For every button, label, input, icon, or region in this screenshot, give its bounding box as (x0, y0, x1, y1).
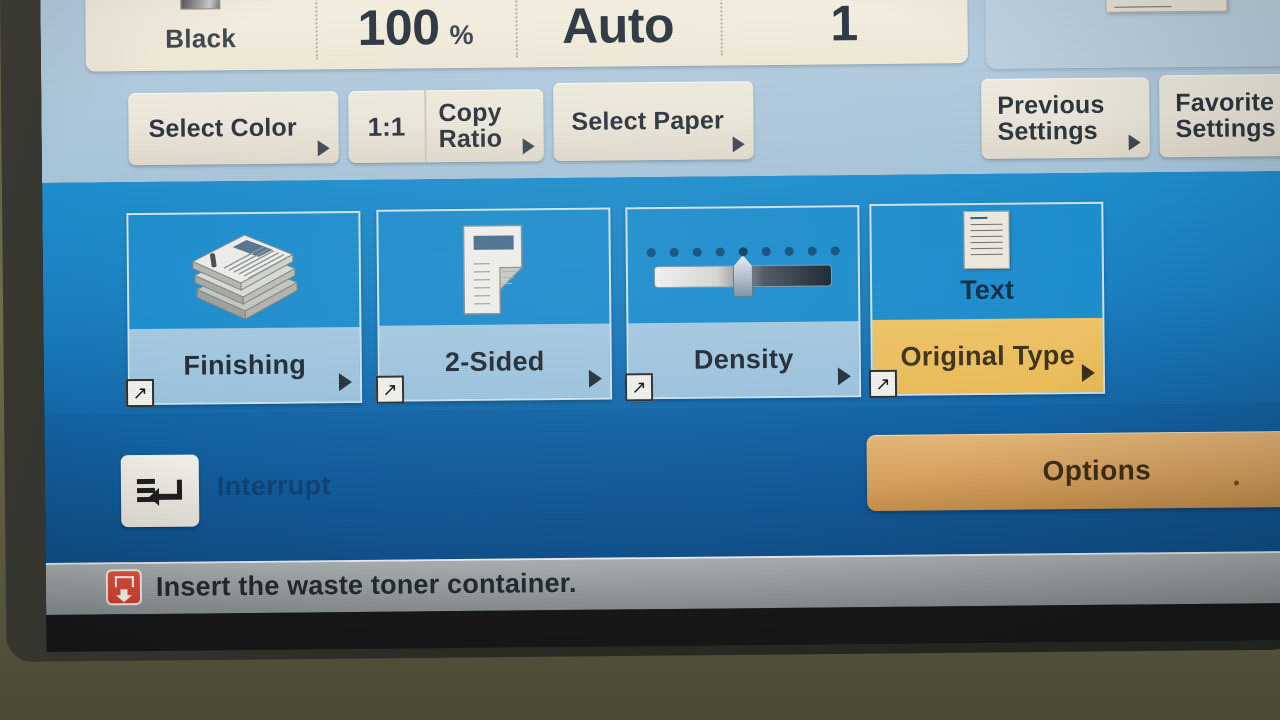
triangle-right-icon (1081, 363, 1096, 383)
tile-two-sided[interactable]: 2-Sided ↗ (375, 207, 613, 404)
favorite-settings-button[interactable]: Favorite Settings (1159, 73, 1280, 158)
interrupt-button[interactable] (120, 454, 200, 528)
interrupt-label: Interrupt (216, 470, 331, 502)
status-message: Insert the waste toner container. (105, 565, 577, 606)
summary-ratio-unit: % (449, 19, 474, 51)
density-knob[interactable] (733, 255, 753, 297)
copy-ratio-button[interactable]: 1:1 Copy Ratio (348, 89, 544, 164)
select-paper-label: Select Paper (571, 106, 725, 136)
previous-settings-button[interactable]: Previous Settings (981, 77, 1150, 159)
touchscreen: Black 100 % Auto 1 Select Color 1:1 Copy… (40, 0, 1280, 652)
tile-finishing[interactable]: Finishing ↗ (125, 210, 363, 408)
document-preview-panel[interactable] (983, 0, 1280, 69)
previous-settings-label: Previous Settings (997, 90, 1105, 146)
select-color-label: Select Color (148, 113, 297, 143)
tile-finishing-label: Finishing (183, 348, 307, 381)
favorite-settings-label: Favorite Settings (1175, 87, 1276, 144)
summary-ratio-cell[interactable]: 100 % (314, 0, 516, 69)
arrow-up-right-icon[interactable]: ↗ (375, 375, 405, 404)
arrow-up-right-icon[interactable]: ↗ (624, 373, 654, 402)
tile-density-label-band: Density (628, 321, 860, 398)
triangle-right-icon (338, 373, 353, 392)
tile-density-label: Density (693, 343, 794, 375)
triangle-right-icon (1128, 134, 1141, 151)
summary-color-value: Black (165, 23, 237, 54)
tile-density[interactable]: Density ↗ (624, 205, 862, 402)
triangle-right-icon (837, 367, 852, 386)
document-lines-thumbnail (1104, 0, 1228, 13)
stapled-stack-icon (128, 213, 359, 333)
copy-ratio-value-section[interactable]: 1:1 (348, 90, 427, 164)
select-paper-button[interactable]: Select Paper (553, 81, 754, 162)
tile-two-sided-label: 2-Sided (444, 345, 545, 377)
summary-color-cell[interactable]: Black (84, 0, 316, 72)
tile-two-sided-label-band: 2-Sided (379, 323, 611, 400)
summary-quantity-cell[interactable]: 1 (719, 0, 968, 65)
options-label: Options (1042, 454, 1152, 487)
tile-finishing-label-band: Finishing (129, 326, 361, 404)
triangle-right-icon (317, 140, 330, 157)
folded-page-icon (378, 210, 609, 330)
arrow-up-right-icon[interactable]: ↗ (125, 378, 155, 408)
interrupt-arrow-icon (136, 478, 183, 506)
summary-paper-value: Auto (561, 0, 675, 54)
arrow-up-right-icon[interactable]: ↗ (868, 369, 898, 399)
triangle-right-icon (732, 136, 745, 153)
copy-ratio-label: Copy Ratio (438, 98, 503, 154)
triangle-right-icon (588, 369, 603, 388)
black-gradient-swatch (180, 0, 221, 10)
summary-ratio-value: 100 (357, 0, 440, 56)
status-message-text: Insert the waste toner container. (155, 567, 577, 602)
tile-original-type-label: Original Type (900, 339, 1076, 372)
copier-device-body: Black 100 % Auto 1 Select Color 1:1 Copy… (0, 0, 1280, 720)
density-bar[interactable] (653, 264, 833, 288)
screen-bezel-inner: Black 100 % Auto 1 Select Color 1:1 Copy… (40, 0, 1280, 652)
options-dot (1233, 480, 1240, 486)
options-button[interactable]: Options (866, 430, 1280, 512)
tile-original-type-label-band: Original Type (872, 317, 1104, 395)
tile-original-type-value: Text (960, 274, 1015, 306)
job-summary-panel: Black 100 % Auto 1 (84, 0, 968, 72)
copy-ratio-value: 1:1 (367, 111, 406, 142)
summary-quantity-value: 1 (830, 0, 858, 52)
waste-toner-alert-icon (105, 569, 143, 606)
summary-paper-cell[interactable]: Auto (514, 0, 721, 67)
tile-original-type[interactable]: Text Original Type ↗ (868, 201, 1106, 399)
density-slider-icon (627, 207, 858, 327)
triangle-right-icon (522, 138, 535, 155)
select-color-button[interactable]: Select Color (128, 91, 339, 166)
